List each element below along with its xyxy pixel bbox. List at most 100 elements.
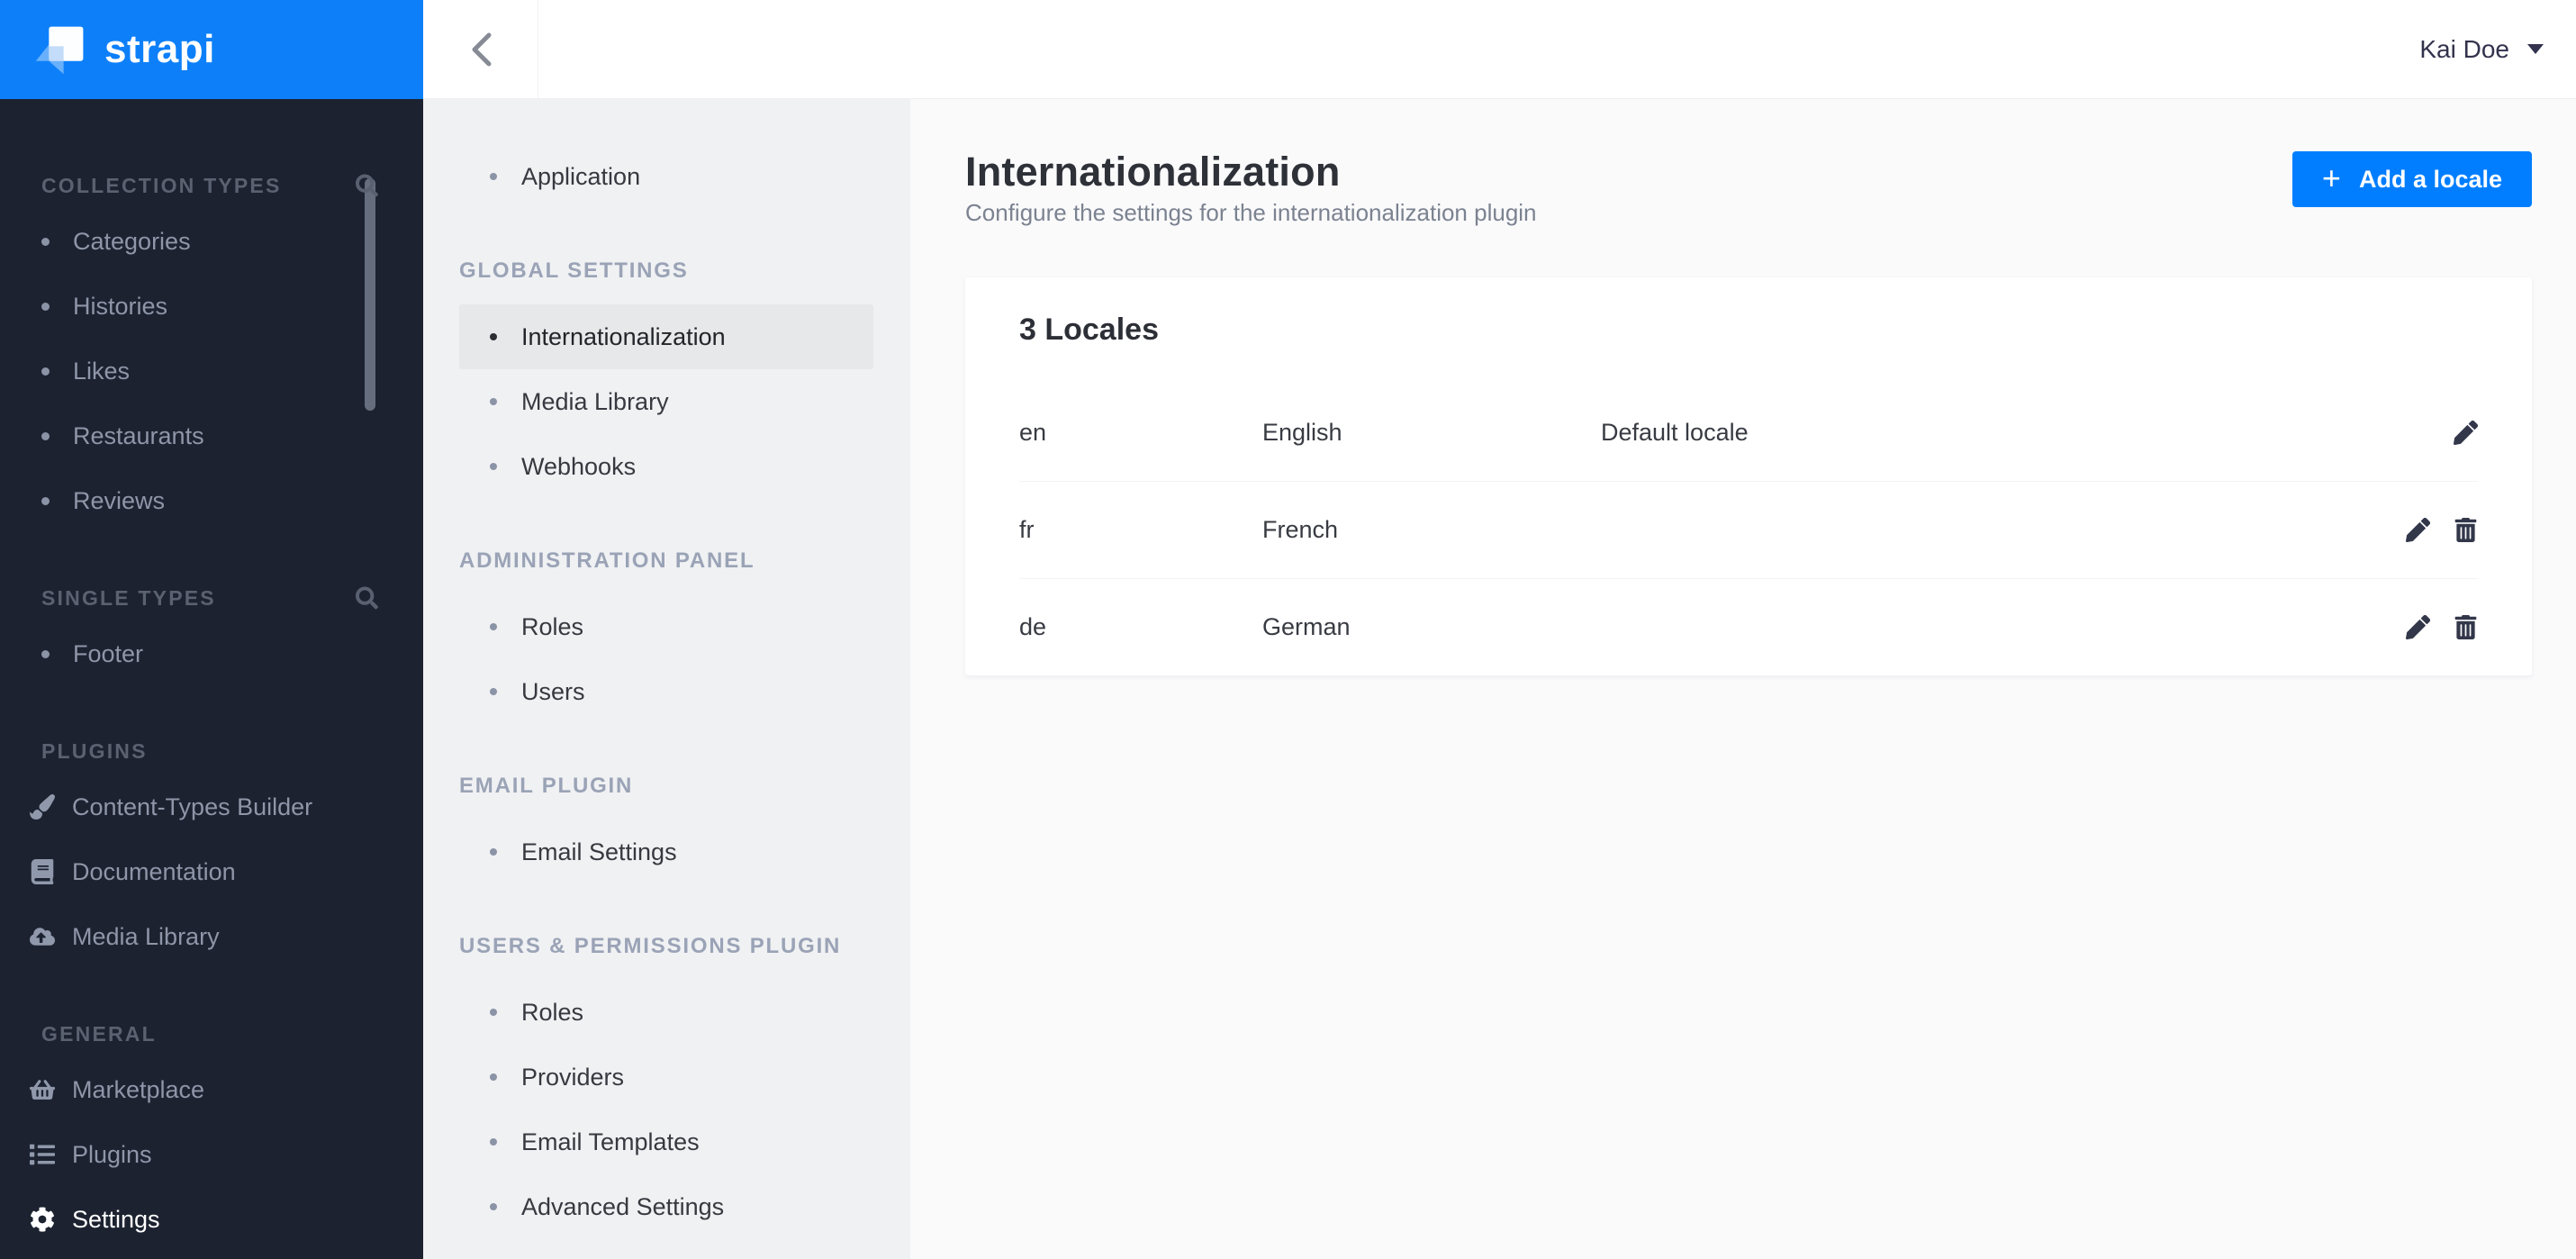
- sidebar-item-label: Reviews: [73, 486, 166, 514]
- bullet-icon: [490, 623, 497, 630]
- list-icon: [30, 1144, 55, 1165]
- book-icon: [29, 859, 56, 884]
- plus-icon: +: [2321, 159, 2341, 196]
- locale-row-en: en English Default locale: [1019, 384, 2478, 481]
- page-header-text: Internationalization Configure the setti…: [965, 149, 1537, 227]
- search-icon: [356, 586, 378, 610]
- locale-name: French: [1262, 516, 1339, 544]
- sidebar-item-media-library[interactable]: Media Library: [0, 904, 423, 969]
- settings-section-header-administration-panel: ADMINISTRATION PANEL: [459, 548, 755, 573]
- bullet-icon: [41, 302, 50, 311]
- settings-item-label: Roles: [521, 998, 584, 1026]
- settings-item-label: Users: [521, 677, 585, 705]
- book-icon: [31, 859, 54, 884]
- sidebar-item-label: Documentation: [72, 857, 236, 885]
- settings-item-label: Email Templates: [521, 1128, 700, 1155]
- settings-item-email-templates[interactable]: Email Templates: [459, 1110, 873, 1174]
- section-label: SINGLE TYPES: [41, 585, 216, 610]
- search-button[interactable]: [356, 174, 378, 197]
- sidebar-item-label: Histories: [73, 292, 168, 320]
- basket-icon: [30, 1080, 55, 1100]
- settings-item-label: Email Settings: [521, 838, 677, 865]
- sidebar-item-plugins[interactable]: Plugins: [0, 1122, 423, 1187]
- settings-item-application[interactable]: Application: [459, 144, 873, 209]
- locale-default-status: Default locale: [1601, 418, 1749, 446]
- locale-code: en: [1019, 418, 1047, 446]
- section-label: GENERAL: [41, 1021, 157, 1046]
- strapi-logo[interactable]: strapi: [0, 0, 423, 99]
- edit-locale-button[interactable]: [2406, 615, 2430, 640]
- dark-sidebar: strapi COLLECTION TYPES Categories Histori…: [0, 0, 423, 1259]
- settings-item-providers[interactable]: Providers: [459, 1045, 873, 1110]
- sidebar-item-label: Categories: [73, 227, 191, 255]
- settings-item-users[interactable]: Users: [459, 659, 873, 724]
- section-label: PLUGINS: [41, 738, 148, 763]
- add-locale-button[interactable]: + Add a locale: [2291, 151, 2532, 207]
- search-icon: [356, 174, 378, 197]
- settings-item-advanced-settings[interactable]: Advanced Settings: [459, 1174, 873, 1239]
- locales-card: 3 Locales en English Default locale fr Frenc…: [965, 277, 2532, 676]
- settings-item-webhooks[interactable]: Webhooks: [459, 434, 873, 499]
- section-label: COLLECTION TYPES: [41, 173, 282, 197]
- settings-section-header-global-settings: GLOBAL SETTINGS: [459, 258, 689, 283]
- topbar: Kai Doe: [423, 0, 2576, 99]
- settings-item-label: Application: [521, 162, 641, 190]
- page-header: Internationalization Configure the setti…: [965, 149, 2532, 227]
- settings-section-header-email-plugin: EMAIL PLUGIN: [459, 774, 634, 798]
- bullet-icon: [490, 1073, 497, 1081]
- settings-item-label: Internationalization: [521, 322, 726, 350]
- settings-item-label: Webhooks: [521, 452, 637, 480]
- scrollbar-thumb[interactable]: [365, 178, 375, 411]
- sidebar-item-likes[interactable]: Likes: [0, 339, 423, 403]
- cloud-upload-icon: [29, 924, 56, 949]
- settings-item-label: Providers: [521, 1063, 625, 1091]
- delete-locale-button[interactable]: [2454, 615, 2478, 640]
- row-actions: [2454, 420, 2478, 445]
- user-menu[interactable]: Kai Doe: [2419, 35, 2576, 64]
- sidebar-item-settings[interactable]: Settings: [0, 1187, 423, 1252]
- list-icon: [29, 1142, 56, 1167]
- edit-locale-button[interactable]: [2454, 420, 2478, 445]
- bullet-icon: [490, 1009, 497, 1016]
- locale-row-fr: fr French: [1019, 481, 2478, 578]
- settings-item-internationalization[interactable]: Internationalization: [459, 304, 873, 369]
- sidebar-item-footer[interactable]: Footer: [0, 621, 423, 686]
- sidebar-section-header-general: GENERAL: [0, 1010, 423, 1057]
- sidebar-section-header-plugins: PLUGINS: [0, 728, 423, 774]
- sidebar-item-categories[interactable]: Categories: [0, 209, 423, 274]
- settings-item-label: Advanced Settings: [521, 1192, 725, 1220]
- trash-icon: [2454, 518, 2477, 543]
- bullet-icon: [41, 649, 50, 658]
- bullet-icon: [41, 431, 50, 440]
- sidebar-item-content-types-builder[interactable]: Content-Types Builder: [0, 774, 423, 839]
- locale-code: de: [1019, 613, 1047, 641]
- settings-item-roles[interactable]: Roles: [459, 980, 873, 1045]
- settings-item-roles[interactable]: Roles: [459, 594, 873, 659]
- pencil-icon: [2406, 615, 2430, 640]
- sidebar-item-restaurants[interactable]: Restaurants: [0, 403, 423, 468]
- sidebar-item-label: Settings: [72, 1205, 160, 1233]
- edit-locale-button[interactable]: [2406, 518, 2430, 543]
- sidebar-item-histories[interactable]: Histories: [0, 274, 423, 339]
- sidebar-item-marketplace[interactable]: Marketplace: [0, 1057, 423, 1122]
- settings-item-label: Roles: [521, 612, 584, 640]
- sidebar-item-documentation[interactable]: Documentation: [0, 839, 423, 904]
- pencil-icon: [2454, 420, 2478, 445]
- settings-item-email-settings[interactable]: Email Settings: [459, 820, 873, 884]
- user-name: Kai Doe: [2419, 34, 2509, 63]
- sidebar-item-label: Media Library: [72, 922, 220, 950]
- search-button[interactable]: [356, 586, 378, 610]
- cloud-upload-icon: [30, 928, 55, 946]
- settings-section-header-users-and-permissions-plugin: USERS & PERMISSIONS PLUGIN: [459, 934, 842, 958]
- bullet-icon: [41, 237, 50, 246]
- sidebar-item-reviews[interactable]: Reviews: [0, 468, 423, 533]
- bullet-icon: [490, 463, 497, 470]
- back-button[interactable]: [423, 0, 538, 98]
- locales-table: en English Default locale fr French de German: [1019, 384, 2478, 675]
- delete-locale-button[interactable]: [2454, 518, 2478, 543]
- bullet-icon: [490, 688, 497, 695]
- bullet-icon: [490, 1203, 497, 1210]
- settings-item-media-library[interactable]: Media Library: [459, 369, 873, 434]
- brand-name: strapi: [104, 27, 215, 71]
- row-actions: [2406, 615, 2478, 640]
